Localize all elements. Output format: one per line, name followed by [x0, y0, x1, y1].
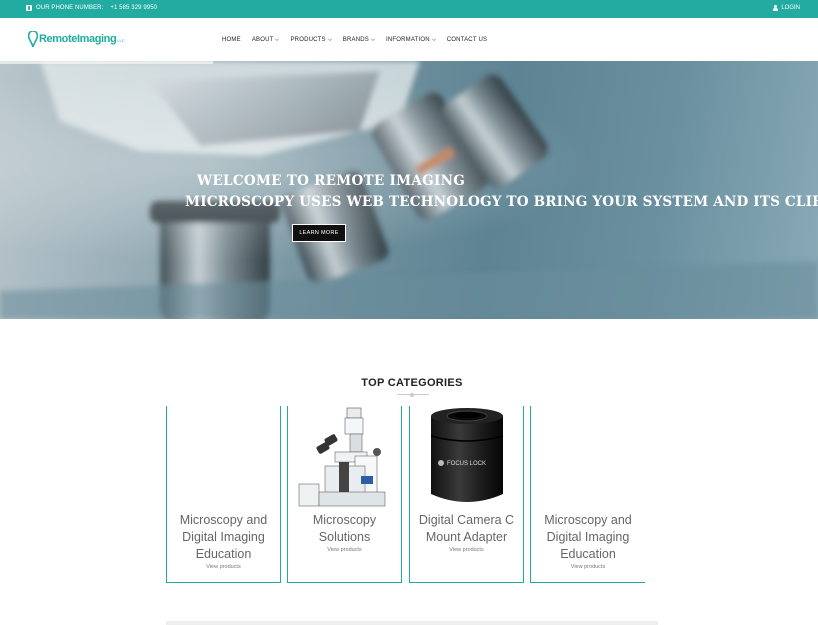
- next-section-edge: [166, 621, 658, 625]
- section-divider: [397, 392, 429, 397]
- category-grid: Microscopy and Digital Imaging Education…: [166, 406, 646, 583]
- chevron-down-icon: [371, 37, 375, 41]
- category-card[interactable]: Microscopy Solutions View products: [287, 406, 402, 583]
- phone-icon: [26, 5, 32, 11]
- logo-icon: [28, 31, 38, 47]
- category-card[interactable]: Microscopy and Digital Imaging Education…: [166, 406, 281, 583]
- category-image-empty: [538, 406, 638, 508]
- nav-contact-us[interactable]: CONTACT US: [447, 37, 487, 43]
- hero-slider: WELCOME TO REMOTE IMAGING MICROSCOPY USE…: [0, 61, 818, 319]
- nav-home[interactable]: HOME: [222, 37, 241, 43]
- nav-label: BRANDS: [342, 37, 369, 43]
- c-mount-adapter-image: FOCUS LOCK: [430, 408, 504, 502]
- nav-label: HOME: [222, 37, 241, 43]
- nav-information[interactable]: INFORMATION: [386, 37, 436, 43]
- view-products-link[interactable]: View products: [167, 564, 280, 570]
- logo-suffix: LLC: [117, 38, 125, 43]
- nav-label: ABOUT: [251, 37, 274, 43]
- category-name: Digital Camera C Mount Adapter: [418, 513, 515, 544]
- inverted-microscope-image: [298, 407, 386, 507]
- category-name: Microscopy and Digital Imaging Education: [179, 513, 268, 561]
- category-name: Microscopy and Digital Imaging Education: [544, 513, 632, 561]
- svg-text:FOCUS LOCK: FOCUS LOCK: [447, 461, 486, 467]
- nav-label: PRODUCTS: [290, 37, 326, 43]
- view-products-link[interactable]: View products: [288, 547, 401, 553]
- nav-products[interactable]: PRODUCTS: [290, 37, 332, 43]
- nav-label: INFORMATION: [385, 37, 430, 43]
- category-card[interactable]: Microscopy and Digital Imaging Education…: [530, 406, 645, 583]
- view-products-link[interactable]: View products: [410, 547, 523, 553]
- category-image-empty: [174, 406, 274, 508]
- category-name: Microscopy Solutions: [312, 513, 377, 544]
- learn-more-button[interactable]: LEARN MORE: [292, 224, 346, 242]
- hero-welcome-heading: WELCOME TO REMOTE IMAGING: [197, 173, 466, 189]
- chevron-down-icon: [275, 37, 280, 41]
- login-label: LOGIN: [781, 5, 800, 11]
- chevron-down-icon: [327, 37, 332, 41]
- section-title: TOP CATEGORIES: [361, 377, 463, 389]
- phone-number[interactable]: +1 585 329 9950: [110, 5, 157, 11]
- nav-brands[interactable]: BRANDS: [343, 37, 375, 43]
- logo[interactable]: RemoteImaging LLC: [28, 28, 125, 50]
- nav-label: CONTACT US: [446, 37, 488, 43]
- hero-tagline: MICROSCOPY USES WEB TECHNOLOGY TO BRING …: [185, 194, 818, 210]
- chevron-down-icon: [431, 37, 436, 41]
- phone-label: OUR PHONE NUMBER:: [36, 5, 104, 11]
- phone-info: OUR PHONE NUMBER: +1 585 329 9950: [26, 5, 157, 11]
- logo-text: RemoteImaging: [39, 33, 117, 45]
- category-card[interactable]: FOCUS LOCK Digital Camera C Mount Adapte…: [409, 406, 524, 583]
- nav-about[interactable]: ABOUT: [252, 37, 280, 43]
- hero-overlay: [0, 61, 818, 319]
- header: RemoteImaging LLC HOME ABOUT PRODUCTS BR…: [0, 18, 818, 61]
- main-nav: HOME ABOUT PRODUCTS BRANDS INFORMATION C…: [222, 37, 487, 43]
- login-link[interactable]: LOGIN: [773, 5, 800, 11]
- user-icon: [773, 5, 779, 11]
- view-products-link[interactable]: View products: [531, 564, 645, 570]
- slider-progress-bar: [0, 61, 213, 64]
- top-bar: OUR PHONE NUMBER: +1 585 329 9950 LOGIN: [0, 0, 818, 18]
